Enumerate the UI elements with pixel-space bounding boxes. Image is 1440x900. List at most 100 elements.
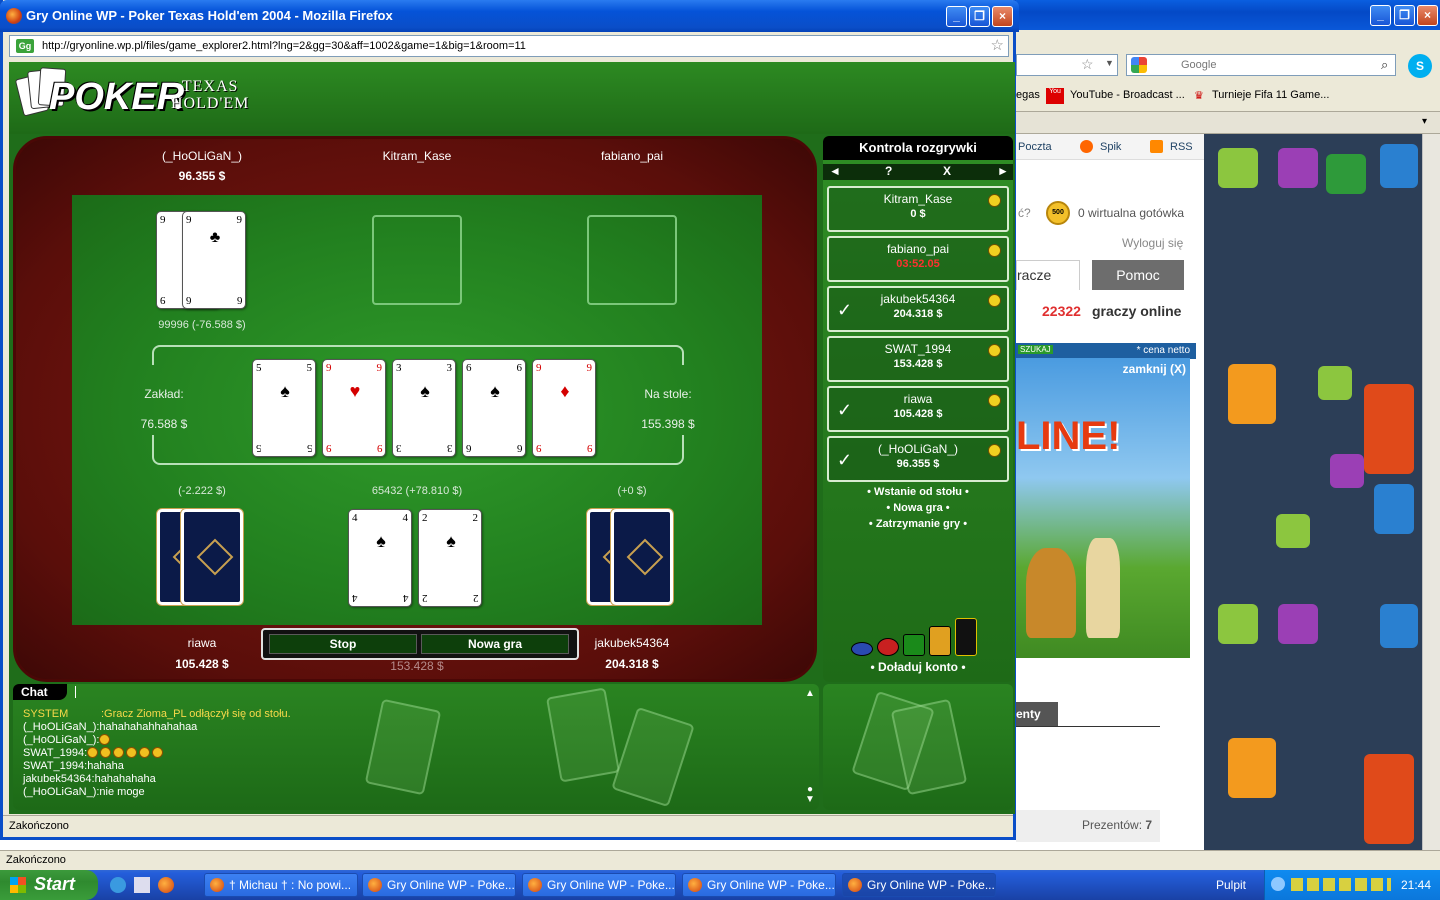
chat-line: jakubek54364:hahahahaha: [23, 773, 156, 785]
nav-link-spik[interactable]: Spik: [1100, 141, 1121, 153]
player-name: jakubek54364: [594, 636, 670, 650]
tab-pomoc[interactable]: Pomoc: [1092, 260, 1184, 290]
skype-icon[interactable]: S: [1408, 54, 1432, 78]
close-panel-button[interactable]: X: [943, 164, 951, 178]
new-game-button[interactable]: Nowa gra: [421, 634, 569, 654]
player-box-name: fabiano_pai: [886, 242, 950, 256]
tray-icons[interactable]: [1291, 878, 1391, 891]
prev-arrow-icon[interactable]: ◄: [829, 164, 841, 178]
taskbar-button[interactable]: Gry Online WP - Poke...: [362, 873, 516, 897]
stop-button[interactable]: Stop: [269, 634, 417, 654]
poker-table: (_HoOLiGaN_) 96.355 $ Kitram_Kase fabian…: [13, 136, 817, 682]
star-icon[interactable]: ☆: [1081, 56, 1094, 73]
quicklaunch-firefox-icon[interactable]: [158, 877, 174, 893]
player-box-timer: 03:52.05: [896, 258, 940, 270]
minimize-icon[interactable]: _: [946, 6, 967, 27]
chat-line: SWAT_1994:hahaha: [23, 760, 124, 772]
player-card: 4 4 ♠ 4 4: [348, 509, 412, 607]
search-placeholder: Google: [1181, 59, 1217, 71]
popup-titlebar[interactable]: Gry Online WP - Poker Texas Hold'em 2004…: [0, 0, 1019, 32]
search-small-button[interactable]: SZUKAJ: [1018, 345, 1053, 354]
desktop-label[interactable]: Pulpit: [1216, 878, 1246, 892]
background-url-field[interactable]: ☆ ▼: [1016, 54, 1118, 76]
taskbar-button[interactable]: Gry Online WP - Poke...: [842, 873, 996, 897]
ad-close-button[interactable]: zamknij (X): [1123, 362, 1186, 376]
next-arrow-icon[interactable]: ►: [997, 164, 1009, 178]
player-box[interactable]: (_HoOLiGaN_) 96.355 $ ✓: [827, 436, 1009, 482]
maximize-icon[interactable]: ❐: [969, 6, 990, 27]
player-box-name: riawa: [903, 392, 933, 406]
rss-icon: [1150, 140, 1163, 153]
nav-link-rss[interactable]: RSS: [1170, 141, 1193, 153]
chat-panel: Chat SYSTEM:Gracz Zioma_PL odłączył się …: [13, 684, 819, 810]
online-text: graczy online: [1092, 303, 1182, 319]
check-icon: ✓: [837, 300, 853, 320]
reload-account-link[interactable]: • Doładuj konto •: [823, 660, 1013, 674]
close-icon[interactable]: ×: [992, 6, 1013, 27]
chat-input-cursor[interactable]: [75, 686, 76, 698]
bookmark-item[interactable]: egas: [1016, 89, 1040, 101]
tab-gracze[interactable]: racze: [1016, 260, 1080, 290]
minimize-icon[interactable]: _: [1370, 5, 1391, 26]
chat-line: SWAT_1994:: [23, 747, 783, 760]
nav-link-poczta[interactable]: Poczta: [1018, 141, 1052, 153]
player-name: Kitram_Kase: [382, 149, 452, 163]
pause-game-link[interactable]: • Zatrzymanie gry •: [823, 518, 1013, 530]
chat-scrollbar[interactable]: ▲ ● ▼: [805, 688, 815, 806]
section-tab[interactable]: enty: [1016, 702, 1058, 726]
close-icon[interactable]: ×: [1417, 5, 1438, 26]
hidden-money: 153.428 $: [390, 659, 444, 673]
emoticon-icon: [87, 747, 99, 758]
price-note: * cena netto: [1136, 345, 1190, 356]
emoticon-icon: [113, 747, 125, 758]
online-count: 22322: [1042, 303, 1081, 319]
player-box[interactable]: SWAT_1994 153.428 $: [827, 336, 1009, 382]
player-box[interactable]: riawa 105.428 $ ✓: [827, 386, 1009, 432]
star-icon[interactable]: ☆: [991, 36, 1004, 54]
popup-url-field[interactable]: Gg http://gryonline.wp.pl/files/game_exp…: [9, 35, 1009, 57]
chips-icon: [851, 616, 991, 656]
new-game-link[interactable]: • Nowa gra •: [823, 502, 1013, 514]
emoticon-icon: [99, 734, 111, 745]
search-icon[interactable]: ⌕: [1381, 57, 1388, 73]
player-money: 96.355 $: [178, 169, 226, 183]
dropdown-icon[interactable]: ▼: [1105, 58, 1114, 68]
player-box[interactable]: Kitram_Kase 0 $: [827, 186, 1009, 232]
chat-line: (_HoOLiGaN_):hahahahahhahahaa: [23, 721, 198, 733]
ad-banner[interactable]: zamknij (X) LINE!: [1016, 358, 1190, 658]
bookmark-item[interactable]: Turnieje Fifa 11 Game...: [1212, 89, 1329, 101]
deck-panel: [823, 684, 1013, 810]
taskbar-button[interactable]: Gry Online WP - Poke...: [522, 873, 676, 897]
logout-link[interactable]: Wyloguj się: [1122, 236, 1183, 250]
virtual-cash: 0 wirtualna gotówka: [1078, 206, 1185, 220]
firefox-icon: [6, 8, 22, 24]
bet-value: 76.588 $: [140, 417, 188, 431]
taskbar: Start † Michau † : No powi... Gry Online …: [0, 870, 1440, 900]
quicklaunch-ie-icon[interactable]: [110, 877, 126, 893]
bookmark-item[interactable]: YouTube - Broadcast ...: [1070, 89, 1185, 101]
player-box-money: 204.318 $: [893, 308, 943, 320]
scroll-up-icon[interactable]: ▲: [805, 688, 815, 699]
tray-arrow-icon[interactable]: [1271, 877, 1285, 891]
clock: 21:44: [1401, 878, 1432, 892]
player-card: 2 2 ♠ 2 2: [418, 509, 482, 607]
taskbar-button[interactable]: Gry Online WP - Poke...: [682, 873, 836, 897]
chat-line: (_HoOLiGaN_):nie moge: [23, 786, 145, 798]
help-button[interactable]: ?: [885, 164, 892, 178]
chat-tab[interactable]: Chat: [13, 684, 67, 700]
stand-up-link[interactable]: • Wstanie od stołu •: [823, 486, 1013, 498]
player-box[interactable]: fabiano_pai 03:52.05: [827, 236, 1009, 282]
taskbar-button[interactable]: † Michau † : No powi...: [204, 873, 358, 897]
player-box[interactable]: jakubek54364 204.318 $ ✓: [827, 286, 1009, 332]
search-box[interactable]: Google ⌕: [1126, 54, 1396, 76]
scroll-down-icon[interactable]: ▼: [805, 794, 815, 805]
background-scrollbar[interactable]: [1422, 134, 1440, 850]
start-button[interactable]: Start: [0, 870, 98, 900]
maximize-icon[interactable]: ❐: [1394, 5, 1415, 26]
player-result: 65432 (+78.810 $): [371, 485, 463, 497]
gifts-label: Prezentów:: [1082, 818, 1143, 832]
tab-dropdown-icon[interactable]: ▾: [1422, 116, 1427, 127]
logo-text: POKER: [49, 76, 185, 118]
quicklaunch-window-icon[interactable]: [134, 877, 150, 893]
subtitle-line-1: TEXAS: [181, 78, 239, 95]
